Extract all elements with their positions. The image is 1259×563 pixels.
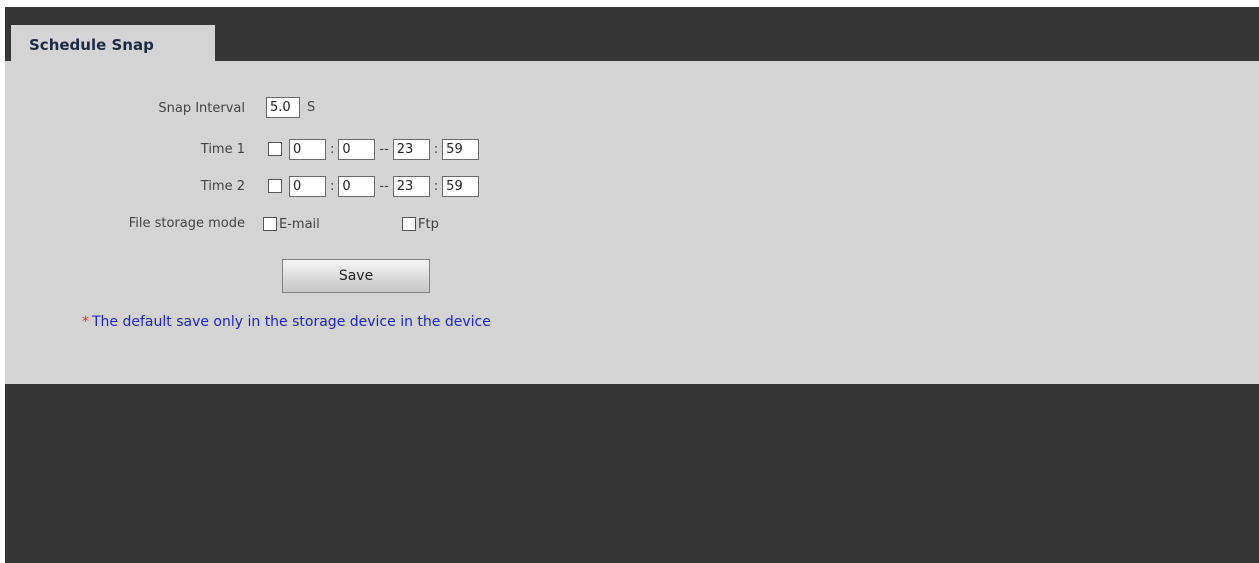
snap-interval-input[interactable] bbox=[266, 96, 300, 118]
note-text: The default save only in the storage dev… bbox=[92, 314, 491, 330]
email-checkbox[interactable] bbox=[263, 217, 277, 231]
time1-start-hour-input[interactable] bbox=[289, 138, 326, 160]
file-storage-mode-label: File storage mode bbox=[128, 216, 245, 231]
time2-start-minute-input[interactable] bbox=[338, 175, 376, 197]
email-label: E-mail bbox=[279, 216, 320, 232]
tab-schedule-snap[interactable]: Schedule Snap bbox=[11, 25, 215, 63]
time2-end-hour-input[interactable] bbox=[392, 175, 430, 197]
colon-separator: : bbox=[433, 178, 439, 194]
time2-checkbox[interactable] bbox=[268, 179, 282, 193]
time2-label: Time 2 bbox=[200, 179, 245, 194]
save-button[interactable]: Save bbox=[282, 259, 430, 293]
snap-interval-unit: S bbox=[307, 99, 316, 115]
default-save-note: * The default save only in the storage de… bbox=[82, 314, 491, 330]
required-asterisk: * bbox=[82, 314, 89, 330]
time2-start-hour-input[interactable] bbox=[289, 175, 326, 197]
colon-separator: : bbox=[330, 141, 335, 157]
colon-separator: : bbox=[433, 141, 439, 157]
dash-separator: -- bbox=[379, 141, 389, 157]
time1-checkbox[interactable] bbox=[268, 142, 282, 156]
ftp-label: Ftp bbox=[418, 216, 439, 232]
time2-end-minute-input[interactable] bbox=[442, 175, 480, 197]
colon-separator: : bbox=[330, 178, 335, 194]
snap-interval-label: Snap Interval bbox=[158, 101, 245, 116]
dash-separator: -- bbox=[379, 178, 389, 194]
schedule-snap-panel: Snap Interval S Time 1 : -- : Time 2 : -… bbox=[5, 61, 1259, 384]
time1-label: Time 1 bbox=[200, 142, 245, 157]
time1-start-minute-input[interactable] bbox=[338, 138, 376, 160]
time1-end-minute-input[interactable] bbox=[442, 138, 480, 160]
page-frame: Schedule Snap Snap Interval S Time 1 : -… bbox=[5, 7, 1259, 563]
time1-end-hour-input[interactable] bbox=[392, 138, 430, 160]
ftp-checkbox[interactable] bbox=[402, 217, 416, 231]
